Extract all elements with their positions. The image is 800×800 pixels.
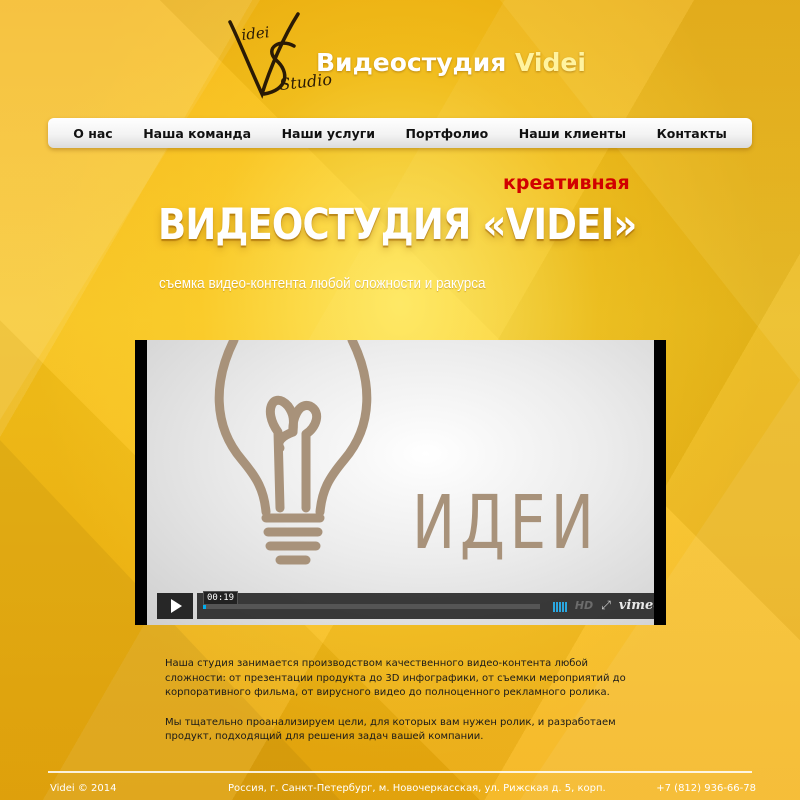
player-right-controls: HD ⤢ vimeo xyxy=(552,598,654,613)
nav-item-portfolio[interactable]: Портфолио xyxy=(406,126,489,141)
lightbulb-icon xyxy=(214,340,372,565)
video-player[interactable]: ИДЕИ 00:19 HD ⤢ vimeo xyxy=(135,340,666,625)
volume-icon[interactable] xyxy=(552,600,567,612)
footer-address: Россия, г. Санкт-Петербург, м. Новочерка… xyxy=(228,783,606,794)
nav-item-contacts[interactable]: Контакты xyxy=(657,126,727,141)
nav-item-team[interactable]: Наша команда xyxy=(143,126,251,141)
footer-copyright: Videi © 2014 xyxy=(50,783,117,794)
progress-track[interactable]: 00:19 xyxy=(203,591,540,609)
video-word: ИДЕИ xyxy=(412,480,599,566)
nav-item-about[interactable]: О нас xyxy=(73,126,112,141)
logo-title-accent: Videi xyxy=(514,48,586,77)
description-paragraph: Мы тщательно проанализируем цели, для ко… xyxy=(165,716,616,743)
fullscreen-icon[interactable]: ⤢ xyxy=(601,598,611,613)
hd-toggle[interactable]: HD xyxy=(575,599,593,612)
footer: Videi © 2014 Россия, г. Санкт-Петербург,… xyxy=(48,783,756,797)
hero-subtitle: съемка видео-контента любой сложности и … xyxy=(159,275,486,292)
video-frame[interactable]: ИДЕИ 00:19 HD ⤢ vimeo xyxy=(147,340,654,625)
timecode: 00:19 xyxy=(203,591,239,605)
nav-item-services[interactable]: Наши услуги xyxy=(282,126,375,141)
vimeo-logo[interactable]: vimeo xyxy=(619,598,654,613)
studio-description: Наша студия занимается производством кач… xyxy=(165,657,645,745)
hero-title: ВИДЕОСТУДИЯ «VIDEI» xyxy=(158,200,637,250)
logo-title-text: Видеостудия xyxy=(316,48,507,77)
svg-text:idei: idei xyxy=(241,23,271,44)
progress-bar[interactable]: 00:19 HD ⤢ vimeo xyxy=(197,591,654,619)
play-button[interactable] xyxy=(157,593,193,619)
footer-divider xyxy=(48,771,752,773)
hero-tag: креативная xyxy=(503,172,630,194)
site-logo[interactable]: idei Studio Видеостудия Videi xyxy=(224,8,586,104)
video-controls: 00:19 HD ⤢ vimeo xyxy=(157,591,654,619)
main-nav: О нас Наша команда Наши услуги Портфолио… xyxy=(48,118,752,148)
play-icon xyxy=(171,599,182,613)
logo-title: Видеостудия Videi xyxy=(316,48,586,77)
nav-item-clients[interactable]: Наши клиенты xyxy=(519,126,626,141)
footer-phone[interactable]: +7 (812) 936-66-78 xyxy=(656,783,756,794)
description-paragraph: Наша студия занимается производством кач… xyxy=(165,658,626,698)
